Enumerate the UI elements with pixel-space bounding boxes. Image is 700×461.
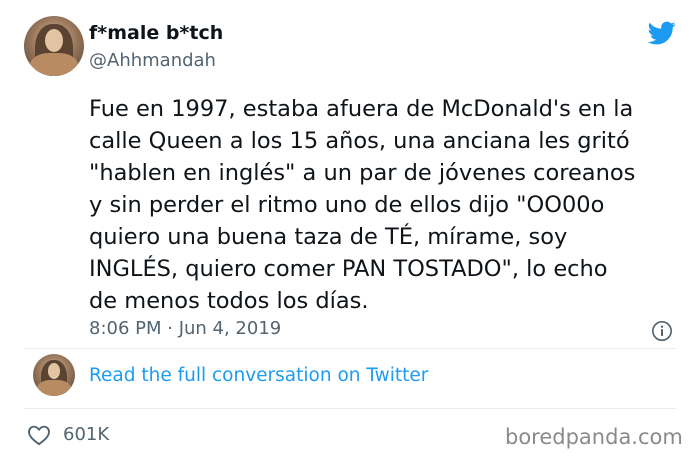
divider [24, 348, 676, 349]
heart-icon[interactable] [27, 424, 51, 446]
read-full-conversation-link[interactable]: Read the full conversation on Twitter [89, 365, 428, 386]
like-count: 601K [63, 424, 110, 445]
conversation-avatar [33, 354, 75, 396]
tweet-text-line: calle Queen a los 15 años, una anciana l… [89, 128, 630, 154]
avatar-body [30, 53, 78, 76]
avatar-face [45, 29, 63, 52]
tweet-text-line: de menos todos los días. [89, 288, 369, 314]
info-icon[interactable] [651, 320, 673, 342]
author-avatar[interactable] [24, 16, 84, 76]
tweet-timestamp[interactable]: 8:06 PM · Jun 4, 2019 [89, 318, 281, 339]
tweet-text-line: y sin perder el ritmo uno de ellos dijo … [89, 192, 605, 218]
author-handle[interactable]: @Ahhmandah [89, 50, 216, 71]
divider [24, 408, 676, 409]
tweet-text: Fue en 1997, estaba afuera de McDonald's… [89, 93, 674, 317]
avatar-body [37, 380, 71, 396]
tweet-text-line: quiero una buena taza de TÉ, mírame, soy [89, 224, 568, 250]
author-display-name[interactable]: f*male b*tch [89, 22, 223, 44]
twitter-bird-icon[interactable] [646, 19, 678, 47]
tweet-text-line: INGLÉS, quiero comer PAN TOSTADO", lo ec… [89, 256, 608, 282]
tweet-text-line: "hablen en inglés" a un par de jóvenes c… [89, 160, 636, 186]
watermark: boredpanda.com [505, 425, 683, 449]
tweet-text-line: Fue en 1997, estaba afuera de McDonald's… [89, 96, 634, 122]
